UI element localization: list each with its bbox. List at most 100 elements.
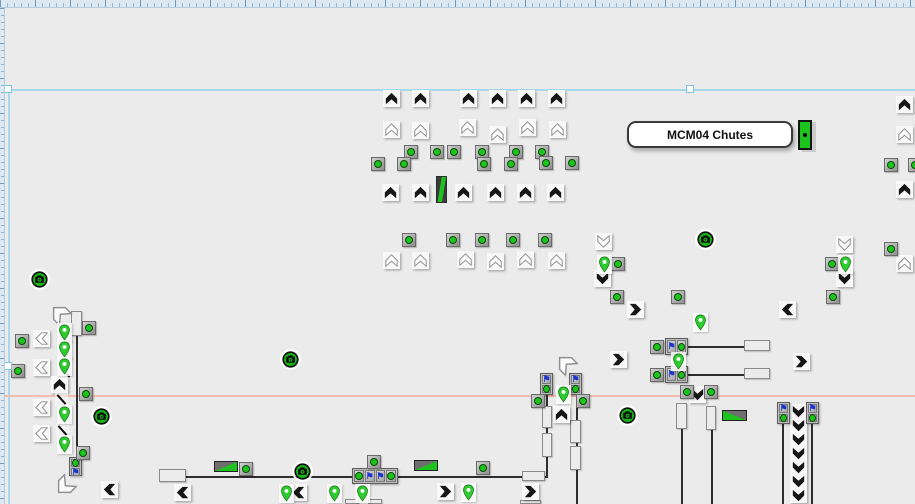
status-indicator-light[interactable] (680, 385, 694, 399)
location-pin-icon[interactable] (57, 435, 72, 454)
status-indicator-light[interactable] (367, 455, 381, 469)
conveyor-segment[interactable] (744, 340, 770, 351)
chevron-up-black-icon[interactable] (382, 184, 399, 201)
location-pin-icon[interactable] (57, 405, 72, 424)
chevron-right-black-icon[interactable] (627, 301, 644, 318)
camera-icon[interactable] (697, 231, 714, 248)
conveyor-line[interactable] (76, 336, 78, 460)
conveyor-segment[interactable] (706, 406, 716, 430)
status-indicator-light[interactable] (611, 257, 625, 271)
location-pin-icon[interactable] (461, 483, 476, 502)
chevron-up-black-icon[interactable] (487, 184, 504, 201)
status-indicator-light[interactable] (884, 242, 898, 256)
chevron-up-black-icon[interactable] (548, 90, 565, 107)
status-indicator-light[interactable] (531, 394, 545, 408)
chevron-up-black-icon[interactable] (517, 184, 534, 201)
status-indicator-light[interactable] (11, 364, 25, 378)
status-indicator-light[interactable] (477, 157, 491, 171)
status-indicator-light[interactable] (430, 145, 444, 159)
chevron-up-black-icon[interactable] (455, 184, 472, 201)
chevron-left-black-icon[interactable] (101, 481, 118, 498)
gate-bar-indicator[interactable] (436, 176, 447, 203)
chevron-up-white-icon[interactable] (489, 126, 506, 143)
status-indicator-light[interactable] (475, 233, 489, 247)
conveyor-segment[interactable] (520, 500, 541, 504)
camera-icon[interactable] (619, 407, 636, 424)
conveyor-segment[interactable] (570, 420, 581, 443)
location-pin-icon[interactable] (57, 357, 72, 376)
chevron-up-black-icon[interactable] (896, 181, 913, 198)
chevron-left-white-icon[interactable] (33, 359, 50, 376)
chute-label[interactable]: MCM04 Chutes (627, 121, 793, 148)
chevron-up-black-icon[interactable] (547, 184, 564, 201)
status-indicator-light[interactable] (704, 385, 718, 399)
chevron-right-black-icon[interactable] (793, 353, 810, 370)
status-indicator-light[interactable] (76, 446, 90, 460)
turn-arrow-icon[interactable] (49, 303, 69, 323)
turn-arrow-icon[interactable] (555, 353, 575, 373)
chevron-left-white-icon[interactable] (33, 399, 50, 416)
flag-status-box[interactable]: ⚑ (806, 402, 819, 424)
status-indicator-light[interactable] (826, 290, 840, 304)
status-indicator-light[interactable] (79, 387, 93, 401)
chevron-up-white-icon[interactable] (459, 119, 476, 136)
chevron-up-white-icon[interactable] (896, 255, 913, 272)
conveyor-segment[interactable] (159, 469, 186, 482)
chevron-down-white-icon[interactable] (595, 233, 612, 250)
conveyor-line[interactable] (688, 374, 746, 376)
conveyor-line[interactable] (711, 430, 713, 504)
status-indicator-light[interactable] (610, 290, 624, 304)
flag-status-box[interactable]: ⚑ (540, 373, 553, 395)
camera-icon[interactable] (93, 408, 110, 425)
status-indicator-light[interactable] (397, 157, 411, 171)
chevron-up-black-icon[interactable] (896, 96, 913, 113)
chevron-down-white-icon[interactable] (836, 236, 853, 253)
chevron-right-black-icon[interactable] (522, 483, 539, 500)
selection-handle[interactable] (4, 362, 12, 370)
status-indicator-light[interactable] (825, 257, 839, 271)
conveyor-line[interactable] (688, 346, 746, 348)
chevron-up-white-icon[interactable] (549, 121, 566, 138)
location-pin-icon[interactable] (693, 313, 708, 332)
chevron-up-white-icon[interactable] (412, 122, 429, 139)
chevron-left-black-icon[interactable] (779, 301, 796, 318)
location-pin-icon[interactable] (671, 352, 686, 371)
chevron-left-white-icon[interactable] (33, 330, 50, 347)
chevron-up-white-icon[interactable] (383, 121, 400, 138)
chevron-up-black-icon[interactable] (460, 90, 477, 107)
chevron-up-black-icon[interactable] (412, 90, 429, 107)
status-indicator-light[interactable] (576, 394, 590, 408)
camera-icon[interactable] (282, 351, 299, 368)
status-indicator-light[interactable] (539, 156, 553, 170)
chevron-left-black-icon[interactable] (174, 484, 191, 501)
chevron-up-white-icon[interactable] (457, 251, 474, 268)
status-indicator-light[interactable] (447, 145, 461, 159)
chevron-up-black-icon[interactable] (553, 406, 570, 423)
chevron-up-white-icon[interactable] (487, 253, 504, 270)
selection-handle[interactable] (4, 85, 12, 93)
chevron-right-black-icon[interactable] (437, 483, 454, 500)
speed-ramp-indicator[interactable] (722, 410, 747, 421)
chevron-up-black-icon[interactable] (518, 90, 535, 107)
conveyor-line[interactable] (811, 424, 813, 504)
conveyor-segment[interactable] (542, 433, 552, 457)
location-pin-icon[interactable] (355, 484, 370, 503)
status-indicator-light[interactable] (884, 158, 898, 172)
chevron-up-black-icon[interactable] (383, 90, 400, 107)
valve-indicator[interactable] (798, 120, 812, 150)
conveyor-line[interactable] (681, 429, 683, 504)
chevron-up-white-icon[interactable] (412, 252, 429, 269)
status-indicator-light[interactable] (908, 158, 915, 172)
speed-ramp-indicator[interactable] (414, 460, 438, 471)
conveyor-segment[interactable] (676, 403, 687, 429)
conveyor-segment[interactable] (71, 311, 82, 336)
status-indicator-light[interactable] (538, 233, 552, 247)
flag-status-box[interactable]: ⚑⚑ (352, 468, 398, 484)
status-indicator-light[interactable] (650, 368, 664, 382)
chevron-up-white-icon[interactable] (383, 252, 400, 269)
chevron-up-white-icon[interactable] (896, 126, 913, 143)
conveyor-segment[interactable] (542, 406, 552, 428)
status-indicator-light[interactable] (371, 157, 385, 171)
status-indicator-light[interactable] (565, 156, 579, 170)
status-indicator-light[interactable] (506, 233, 520, 247)
